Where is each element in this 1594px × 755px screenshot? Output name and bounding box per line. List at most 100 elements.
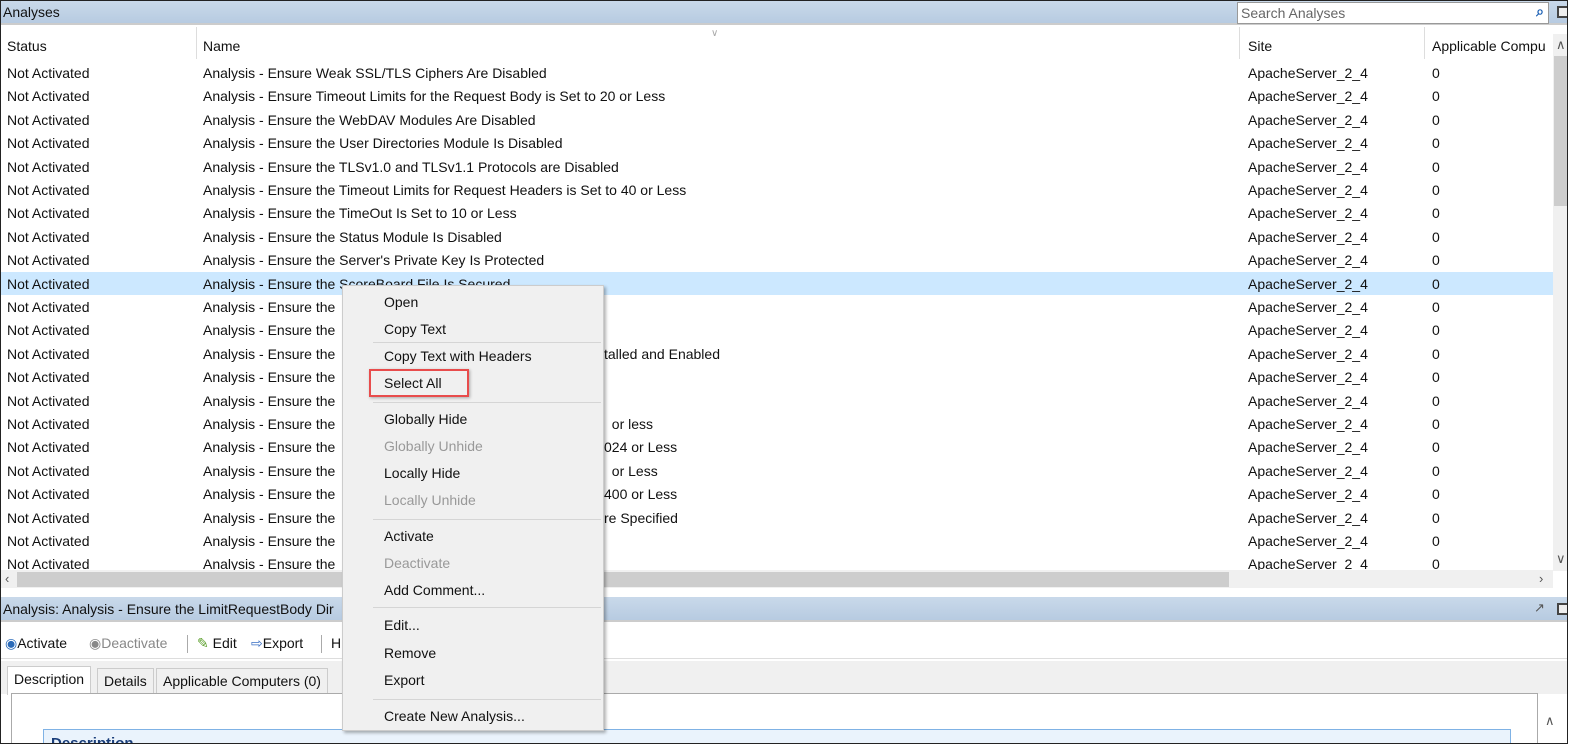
menu-item-copy-text[interactable]: Copy Text [384, 321, 446, 337]
table-row[interactable]: Not Activated Analysis - Ensure the Apache… [1, 295, 1553, 318]
status-cell: Not Activated [7, 252, 90, 269]
menu-item-open[interactable]: Open [384, 294, 418, 310]
status-cell: Not Activated [7, 369, 90, 386]
applicable-computers-cell: 0 [1432, 205, 1440, 222]
scroll-up-icon[interactable]: ∧ [1556, 37, 1566, 53]
site-cell: ApacheServer_2_4 [1248, 158, 1368, 175]
maximize-icon[interactable] [1557, 603, 1567, 615]
column-divider[interactable] [196, 27, 197, 59]
table-row[interactable]: Not Activated Analysis - Ensure the Timeo… [1, 178, 1553, 201]
deactivate-icon: ◉ [89, 635, 102, 651]
column-divider[interactable] [1424, 27, 1425, 59]
applicable-computers-cell: 0 [1432, 135, 1440, 152]
search-icon[interactable]: ⌕ [1536, 3, 1544, 20]
maximize-icon[interactable] [1557, 6, 1567, 18]
menu-item-globally-hide[interactable]: Globally Hide [384, 411, 467, 427]
menu-separator [373, 402, 601, 403]
search-input[interactable]: Search Analyses ⌕ [1237, 2, 1549, 24]
table-row[interactable]: Not Activated Analysis - Ensure the Apache… [1, 412, 1553, 435]
table-row[interactable]: Not Activated Analysis - Ensure Weak SSL/… [1, 61, 1553, 84]
name-cell: Analysis - Ensure the [203, 322, 336, 339]
table-row[interactable]: Not Activated Analysis - Ensure the Apache… [1, 389, 1553, 412]
table-row[interactable]: Not Activated Analysis - Ensure the TLSv1… [1, 155, 1553, 178]
name-cell-overflow: or less [604, 416, 654, 432]
table-row[interactable]: Not Activated Analysis - Ensure the Apache… [1, 318, 1553, 341]
column-header-name[interactable]: Name [203, 38, 240, 54]
table-row[interactable]: Not Activated Analysis - Ensure the Apache… [1, 529, 1553, 552]
menu-item-select-all[interactable]: Select All [384, 375, 442, 391]
name-cell-overflow: re Specified [604, 509, 678, 526]
scroll-up-icon[interactable]: ∧ [1545, 713, 1555, 729]
activate-button[interactable]: ◉Activate [5, 635, 67, 652]
horizontal-scroll-thumb[interactable] [17, 572, 1229, 587]
applicable-computers-cell: 0 [1432, 462, 1440, 479]
name-cell: Analysis - Ensure the User Directories M… [203, 135, 563, 152]
status-cell: Not Activated [7, 345, 90, 362]
applicable-computers-cell: 0 [1432, 182, 1440, 198]
table-row[interactable]: Not Activated Analysis - Ensure the Statu… [1, 225, 1553, 248]
name-cell-overflow: or Less [604, 462, 658, 479]
menu-item-edit[interactable]: Edit... [384, 617, 420, 633]
name-cell: Analysis - Ensure the Timeout Limits for… [203, 182, 687, 198]
applicable-computers-cell: 0 [1432, 392, 1440, 409]
table-row[interactable]: Not Activated Analysis - Ensure Timeout L… [1, 84, 1553, 107]
applicable-computers-cell: 0 [1432, 322, 1440, 339]
status-cell: Not Activated [7, 205, 90, 222]
pane-title: Analyses [3, 4, 60, 20]
tab-details[interactable]: Details [97, 668, 154, 694]
menu-item-globally-unhide[interactable]: Globally Unhide [384, 438, 483, 454]
table-row[interactable]: Not Activated Analysis - Ensure the Apache… [1, 506, 1553, 529]
toolbar-divider [187, 635, 188, 653]
status-cell: Not Activated [7, 416, 90, 432]
menu-item-add-comment[interactable]: Add Comment... [384, 582, 485, 598]
site-cell: ApacheServer_2_4 [1248, 322, 1368, 339]
site-cell: ApacheServer_2_4 [1248, 228, 1368, 245]
export-icon: ⇨ [251, 635, 263, 651]
column-header-site[interactable]: Site [1248, 38, 1272, 54]
toolbar-divider [321, 635, 322, 653]
deactivate-button[interactable]: ◉Deactivate [89, 635, 167, 652]
table-row[interactable]: Not Activated Analysis - Ensure the WebDA… [1, 108, 1553, 131]
vertical-scroll-thumb[interactable] [1554, 56, 1567, 206]
column-divider[interactable] [1239, 27, 1240, 59]
export-button[interactable]: ⇨Export [251, 635, 303, 652]
applicable-computers-cell: 0 [1432, 345, 1440, 362]
tab-description[interactable]: Description [7, 666, 92, 695]
applicable-computers-cell: 0 [1432, 65, 1440, 81]
table-row[interactable]: Not Activated Analysis - Ensure the User … [1, 131, 1553, 154]
hide-button[interactable]: H [331, 635, 341, 651]
table-row[interactable]: Not Activated Analysis - Ensure the Apache… [1, 435, 1553, 458]
menu-separator [373, 519, 601, 520]
name-cell-overflow: talled and Enabled [604, 345, 720, 362]
popout-icon[interactable]: ↗ [1534, 600, 1545, 616]
applicable-computers-cell: 0 [1432, 509, 1440, 526]
scroll-left-icon[interactable]: ‹ [5, 571, 9, 586]
column-header-status[interactable]: Status [7, 38, 47, 54]
detail-tabs: Description Details Applicable Computers… [1, 661, 1567, 695]
menu-item-export[interactable]: Export [384, 672, 424, 688]
column-header-applicable-computers[interactable]: Applicable Compu [1432, 38, 1546, 54]
menu-item-locally-hide[interactable]: Locally Hide [384, 465, 460, 481]
menu-item-create-new-analysis[interactable]: Create New Analysis... [384, 708, 525, 724]
status-cell: Not Activated [7, 275, 90, 292]
table-header: Status Name Site Applicable Compu [1, 34, 1553, 58]
tab-applicable-computers[interactable]: Applicable Computers (0) [156, 668, 328, 694]
menu-item-remove[interactable]: Remove [384, 645, 436, 661]
scroll-down-icon[interactable]: ∨ [1556, 551, 1566, 567]
description-section [43, 729, 1511, 743]
site-cell: ApacheServer_2_4 [1248, 533, 1368, 549]
name-cell: Analysis - Ensure the [203, 299, 336, 315]
table-row[interactable]: Not Activated Analysis - Ensure the Serve… [1, 248, 1553, 271]
menu-item-deactivate[interactable]: Deactivate [384, 555, 450, 571]
edit-button[interactable]: ✎ Edit [197, 635, 237, 652]
table-row[interactable]: Not Activated Analysis - Ensure the Apache… [1, 482, 1553, 505]
menu-item-locally-unhide[interactable]: Locally Unhide [384, 492, 476, 508]
table-row[interactable]: Not Activated Analysis - Ensure the Apache… [1, 342, 1553, 365]
table-row[interactable]: Not Activated Analysis - Ensure the Apache… [1, 365, 1553, 388]
scroll-right-icon[interactable]: › [1539, 571, 1543, 586]
menu-item-copy-text-with-headers[interactable]: Copy Text with Headers [384, 348, 532, 364]
table-row[interactable]: Not Activated Analysis - Ensure the Score… [1, 271, 1553, 295]
table-row[interactable]: Not Activated Analysis - Ensure the TimeO… [1, 201, 1553, 224]
table-row[interactable]: Not Activated Analysis - Ensure the Apache… [1, 459, 1553, 482]
menu-item-activate[interactable]: Activate [384, 528, 434, 544]
